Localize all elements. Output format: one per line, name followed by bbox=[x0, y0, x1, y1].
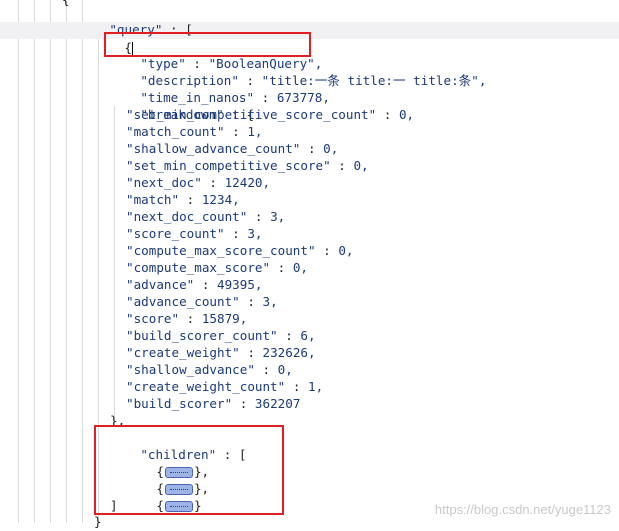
breakdown-entry[interactable]: "set_min_competitive_score_count" : 0, bbox=[126, 106, 414, 123]
breakdown-entry[interactable]: "next_doc" : 12420, bbox=[126, 174, 270, 191]
breakdown-entry[interactable]: "match_count" : 1, bbox=[126, 123, 263, 140]
indent-guide bbox=[114, 106, 115, 427]
breakdown-entry[interactable]: "compute_max_score" : 0, bbox=[126, 259, 308, 276]
indent-guide bbox=[66, 0, 67, 523]
indent-guide bbox=[34, 0, 35, 523]
breakdown-entry[interactable]: "score" : 15879, bbox=[126, 310, 247, 327]
breakdown-entry[interactable]: "match" : 1234, bbox=[126, 191, 240, 208]
breakdown-line[interactable]: "breakdown" : { bbox=[110, 89, 254, 122]
breakdown-entry[interactable]: "create_weight_count" : 1, bbox=[126, 378, 323, 395]
breakdown-entry[interactable]: "compute_max_score_count" : 0, bbox=[126, 242, 353, 259]
breakdown-entry[interactable]: "shallow_advance_count" : 0, bbox=[126, 140, 338, 157]
watermark: https://blog.csdn.net/yuge1123 bbox=[434, 502, 611, 517]
breakdown-entry[interactable]: "build_scorer_count" : 6, bbox=[126, 327, 316, 344]
indent-guide bbox=[82, 0, 83, 523]
breakdown-entry[interactable]: "next_doc_count" : 3, bbox=[126, 208, 285, 225]
json-viewer: { "query" : [ { "type" : "BooleanQuery",… bbox=[0, 0, 619, 529]
breakdown-entry[interactable]: "advance_count" : 3, bbox=[126, 293, 278, 310]
type-highlight-box bbox=[104, 32, 311, 57]
breakdown-entry[interactable]: "set_min_competitive_score" : 0, bbox=[126, 157, 369, 174]
breakdown-entry[interactable]: "shallow_advance" : 0, bbox=[126, 361, 293, 378]
time-in-nanos-value: 673778, bbox=[276, 90, 330, 105]
breakdown-entry[interactable]: "score_count" : 3, bbox=[126, 225, 263, 242]
indent-guide bbox=[18, 0, 19, 523]
indent-guide bbox=[50, 0, 51, 523]
query-line[interactable]: "query" : [ bbox=[79, 4, 192, 37]
breakdown-entry[interactable]: "create_weight" : 232626, bbox=[126, 344, 316, 361]
description-line[interactable]: "description" : "title:一条 title:一 title:… bbox=[110, 55, 486, 88]
breakdown-entry[interactable]: "build_scorer" : 362207 bbox=[126, 395, 300, 412]
time-in-nanos-line[interactable]: "time_in_nanos" : 673778, bbox=[110, 72, 330, 105]
children-highlight-box bbox=[94, 425, 284, 515]
breakdown-entry[interactable]: "advance" : 49395, bbox=[126, 276, 263, 293]
